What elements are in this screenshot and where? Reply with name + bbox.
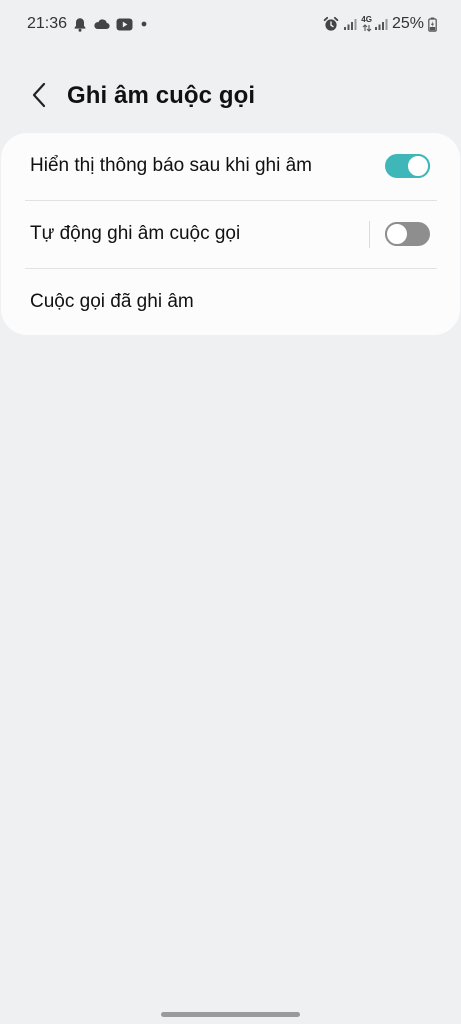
network-type-label: 4G: [361, 15, 372, 24]
setting-show-notification-after-recording[interactable]: Hiển thị thông báo sau khi ghi âm: [1, 133, 460, 200]
setting-recorded-calls[interactable]: Cuộc gọi đã ghi âm: [1, 269, 460, 336]
signal-icon: [374, 17, 388, 31]
header: Ghi âm cuộc gọi: [0, 74, 461, 120]
battery-percent: 25%: [391, 15, 424, 32]
show-notification-toggle[interactable]: [385, 154, 430, 178]
status-bar: 21:36 4G 25%: [0, 0, 461, 50]
back-button[interactable]: [24, 80, 54, 114]
signal-icon: [343, 17, 357, 31]
vertical-separator: [369, 221, 370, 248]
setting-label: Hiển thị thông báo sau khi ghi âm: [30, 155, 313, 176]
toggle-knob: [406, 154, 430, 178]
battery-charging-icon: [428, 17, 437, 32]
network-type-indicator: 4G: [361, 16, 372, 32]
data-arrows-icon: [362, 24, 372, 32]
setting-auto-record-calls[interactable]: Tự động ghi âm cuộc gọi: [1, 201, 460, 268]
auto-record-toggle[interactable]: [385, 222, 430, 246]
bell-icon: [73, 17, 87, 32]
setting-label: Tự động ghi âm cuộc gọi: [30, 223, 241, 244]
page-title: Ghi âm cuộc gọi: [67, 82, 256, 109]
gesture-navigation-bar[interactable]: [161, 1012, 300, 1017]
dot-icon: [139, 19, 149, 29]
cloud-icon: [93, 18, 110, 30]
status-left: 21:36: [27, 15, 149, 33]
chevron-left-icon: [31, 82, 47, 113]
status-time: 21:36: [27, 15, 68, 32]
toggle-knob: [385, 222, 409, 246]
setting-label: Cuộc gọi đã ghi âm: [30, 291, 194, 312]
settings-card: Hiển thị thông báo sau khi ghi âm Tự độn…: [1, 133, 460, 335]
youtube-icon: [116, 18, 133, 31]
status-right: 4G 25%: [323, 15, 437, 33]
alarm-icon: [323, 16, 339, 32]
